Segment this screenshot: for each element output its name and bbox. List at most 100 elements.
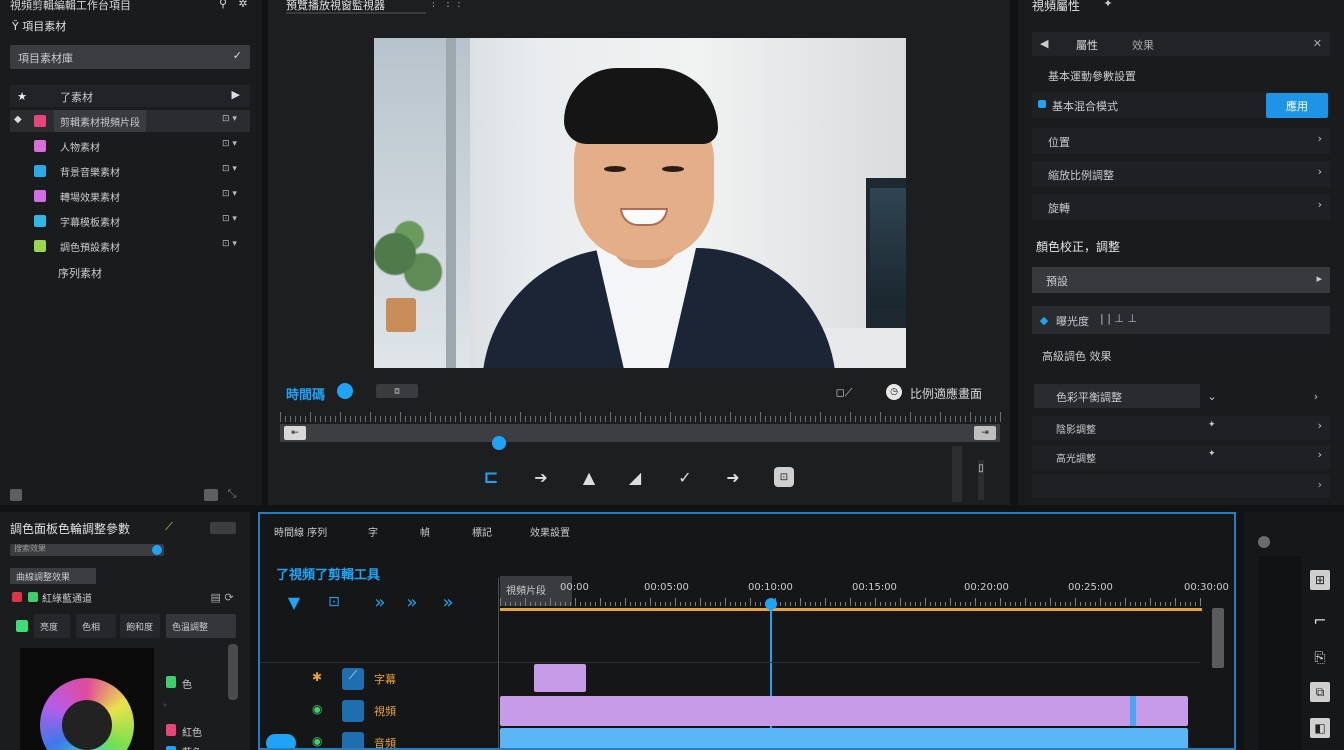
balance-chevron-icon[interactable]: ⌄ <box>1204 388 1220 404</box>
ripple-tool-icon[interactable]: » <box>370 592 390 613</box>
tree-item[interactable]: 背景音樂素材 ⊡ ▾ <box>10 160 250 182</box>
balance-dropdown[interactable]: 色彩平衡調整 <box>1034 384 1200 408</box>
link-icon[interactable]: ◦ <box>160 700 170 710</box>
play-icon[interactable]: ▲ <box>578 466 600 488</box>
tool-hand-icon[interactable]: ◧ <box>1310 718 1330 738</box>
track-type-icon[interactable] <box>342 732 364 748</box>
search-icon[interactable]: ⚲ <box>216 0 230 10</box>
volume-knob[interactable]: ▯ <box>976 462 986 474</box>
tool-ripple-icon[interactable]: ⎘ <box>1310 648 1330 668</box>
tree-root-row[interactable]: ★ 了素材 ▶ <box>10 85 250 107</box>
mask-tool-icon[interactable]: ◻⟋ <box>824 384 864 402</box>
clock-icon[interactable]: ◷ <box>886 384 902 400</box>
video-frame[interactable] <box>374 38 906 368</box>
panel-menu-icon[interactable] <box>210 522 236 534</box>
scrub-bar[interactable]: ⇤ ⇥ <box>280 424 1000 442</box>
scrub-playhead-knob[interactable] <box>492 436 506 450</box>
tree-item[interactable]: 轉場效果素材 ⊡ ▾ <box>10 185 250 207</box>
color-wheel-area[interactable] <box>20 648 154 750</box>
color-wheel[interactable] <box>40 678 134 750</box>
tool-select-icon[interactable]: ⊞ <box>1310 570 1330 590</box>
tab-effects[interactable]: 效果 <box>1132 37 1154 53</box>
apply-button[interactable]: 應用 <box>1266 93 1328 118</box>
roll-tool-icon[interactable]: » <box>402 592 422 613</box>
preview-menu-dots[interactable]: ⋮ ⋮⋮ <box>428 0 465 9</box>
preset-dropdown[interactable]: 預設 ▸ <box>1032 267 1330 293</box>
marker-icon[interactable]: ✓ <box>674 466 696 488</box>
tool-track-icon[interactable]: ⌐ <box>1310 610 1330 630</box>
video-clip[interactable] <box>500 696 1188 726</box>
lock-icon[interactable]: ⊡ ▾ <box>222 139 237 149</box>
lock-icon[interactable]: ⊡ ▾ <box>222 114 237 124</box>
tool-razor-icon[interactable]: ⧉ <box>1310 682 1330 702</box>
audio-meter-knob[interactable] <box>1258 536 1270 548</box>
camera-icon[interactable]: ◘ <box>376 384 418 398</box>
folder-icon[interactable] <box>204 489 218 501</box>
exposure-row[interactable]: ◆ 曝光度 | | ⊥ ⊥ <box>1032 306 1330 334</box>
timeline-tab[interactable]: 標記 <box>472 524 492 539</box>
step-back-icon[interactable]: ➔ <box>530 466 552 488</box>
tab-close-icon[interactable]: ✕ <box>1313 37 1322 50</box>
track-type-icon[interactable] <box>342 700 364 722</box>
color-tab[interactable]: 亮度 <box>34 614 70 638</box>
track-type-icon[interactable]: ⟋ <box>342 668 364 690</box>
next-frame-icon[interactable]: ⊏ <box>480 466 502 488</box>
track-header[interactable]: ✱ ⟋ 字幕 <box>260 666 498 694</box>
title-clip[interactable] <box>534 664 586 692</box>
property-row[interactable]: 縮放比例調整 › <box>1032 161 1330 187</box>
track-target-button[interactable] <box>266 734 296 748</box>
property-row[interactable]: 旋轉 › <box>1032 194 1330 220</box>
timeline-tab[interactable]: 效果設置 <box>530 524 570 539</box>
export-icon[interactable]: ⊡ <box>774 467 794 487</box>
channel-settings-icon[interactable]: ▤ ⟳ <box>208 590 236 604</box>
new-bin-icon[interactable] <box>10 489 22 501</box>
effect-search-input[interactable]: 搜索效果 <box>10 544 164 556</box>
track-header[interactable]: ◉ 視頻 <box>260 698 498 726</box>
zoom-label[interactable]: 比例適應畫面 <box>910 385 982 402</box>
resize-icon[interactable]: ⤡ <box>226 487 238 501</box>
keyframe-icon[interactable]: ✦ <box>1208 420 1216 430</box>
work-area-bar[interactable] <box>500 608 1202 611</box>
empty-row[interactable]: › <box>1032 474 1330 498</box>
rate-tool-icon[interactable]: » <box>438 592 458 613</box>
color-tab[interactable]: 色相 <box>76 614 116 638</box>
color-tab[interactable]: 飽和度 <box>120 614 160 638</box>
timeline-tab[interactable]: 字 <box>368 524 378 539</box>
track-lock-icon[interactable]: ◉ <box>312 734 326 748</box>
lock-icon[interactable]: ⊡ ▾ <box>222 164 237 174</box>
lock-icon[interactable]: ⊡ ▾ <box>222 214 237 224</box>
color-panel-scrollbar[interactable] <box>228 644 238 700</box>
settings-icon[interactable]: ✲ <box>236 0 250 10</box>
property-row[interactable]: 位置 › <box>1032 128 1330 154</box>
lift-swatch[interactable] <box>16 620 28 632</box>
color-tab[interactable]: 色溫調整 <box>166 614 236 638</box>
tab-properties[interactable]: 屬性 <box>1076 37 1098 53</box>
tree-item[interactable]: 調色預設素材 ⊡ ▾ <box>10 235 250 257</box>
in-point-icon[interactable]: ⇤ <box>284 426 306 440</box>
out-point-icon[interactable]: ⇥ <box>974 426 996 440</box>
keyframe-icon[interactable]: ✦ <box>1208 449 1216 459</box>
tree-item[interactable]: ◆ 剪輯素材視頻片段 ⊡ ▾ <box>10 110 250 132</box>
lock-icon[interactable]: ⊡ ▾ <box>222 239 237 249</box>
library-dropdown[interactable]: 項目素材庫 ✓ <box>10 45 250 69</box>
pin-icon[interactable]: ✦ <box>1102 0 1114 10</box>
sub-property-row[interactable]: 高光調整 ✦ › <box>1032 445 1330 469</box>
razor-tool-icon[interactable]: ▼ <box>284 592 304 612</box>
slip-tool-icon[interactable]: ⊡ <box>322 592 346 612</box>
timeline-tab[interactable]: 幀 <box>420 524 430 539</box>
tree-item[interactable]: 人物素材 ⊡ ▾ <box>10 135 250 157</box>
track-lock-icon[interactable]: ✱ <box>312 670 326 686</box>
timeline-scrollbar[interactable] <box>1212 608 1224 668</box>
timeline-tab[interactable]: 時間線 序列 <box>274 524 327 539</box>
track-lock-icon[interactable]: ◉ <box>312 702 326 718</box>
lock-icon[interactable]: ⊡ ▾ <box>222 189 237 199</box>
step-forward-icon[interactable]: ◢ <box>624 466 646 488</box>
forward-icon[interactable]: ➜ <box>722 466 744 488</box>
sub-property-row[interactable]: 陰影調整 ✦ › <box>1032 416 1330 440</box>
eyedropper-icon[interactable]: ⟋ <box>162 520 176 534</box>
tree-item[interactable]: 字幕模板素材 ⊡ ▾ <box>10 210 250 232</box>
audio-clip[interactable] <box>500 728 1188 748</box>
volume-slider-track[interactable] <box>952 446 962 502</box>
track-header[interactable]: ◉ 音頻 <box>260 730 498 748</box>
back-icon[interactable]: ◀ <box>1040 37 1048 50</box>
